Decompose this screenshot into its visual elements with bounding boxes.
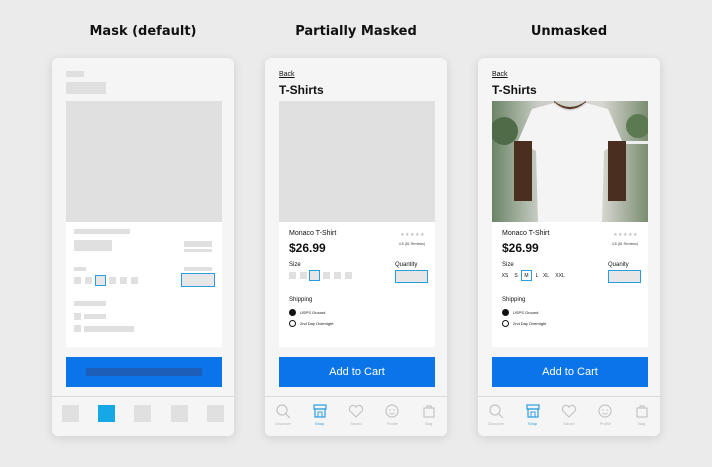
shipping-option-ground: USPS Ground <box>300 310 326 315</box>
masked-tab-5[interactable] <box>207 405 225 422</box>
masked-tab-2[interactable] <box>98 405 116 422</box>
size-xxl[interactable]: XXL <box>554 272 566 280</box>
bag-icon <box>636 405 648 418</box>
shipping-label: Shipping <box>289 297 313 303</box>
shipping-radio-overnight[interactable] <box>289 320 296 327</box>
size-m-selected[interactable]: M <box>521 270 532 281</box>
quantity-label: Quanity <box>608 262 629 268</box>
size-xl[interactable]: XL <box>542 272 550 280</box>
tab-profile[interactable]: Profile <box>590 403 620 426</box>
tab-shop[interactable]: Shop <box>518 403 548 426</box>
shipping-radio-overnight[interactable] <box>502 320 509 327</box>
tab-bar: Discover Shop Saved Profile Bag <box>265 396 447 436</box>
page-title: T-Shirts <box>279 83 324 97</box>
quantity-field[interactable] <box>395 270 428 283</box>
shipping-label: Shipping <box>502 297 526 303</box>
masked-size-selected[interactable] <box>95 275 106 286</box>
shipping-radio-ground[interactable] <box>502 309 509 316</box>
shipping-option-overnight: 2nd Day Overnight <box>513 321 547 326</box>
size-selected[interactable] <box>309 270 320 281</box>
unmasked-phone: Back T-Shirts Monaco T-Shirt $26.99 ★★★★… <box>478 58 660 436</box>
shipping-option-overnight: 2nd Day Overnight <box>300 321 334 326</box>
masked-tab-4[interactable] <box>170 405 188 422</box>
quantity-label: Quantity <box>395 262 418 268</box>
search-icon <box>276 404 291 419</box>
product-price: $26.99 <box>502 241 539 255</box>
masked-tabbar <box>52 396 234 436</box>
quantity-field[interactable] <box>608 270 641 283</box>
review-count: 4.8 (81 Reviews) <box>398 242 425 246</box>
mask-column-title: Mask (default) <box>89 24 197 39</box>
tab-bag[interactable]: Bag <box>414 403 444 426</box>
partial-phone: Back T-Shirts Monaco T-Shirt $26.99 ★★★★… <box>265 58 447 436</box>
shipping-option-ground: USPS Ground <box>513 310 539 315</box>
tab-discover[interactable]: Discover <box>481 403 511 426</box>
size-xs[interactable]: XS <box>501 272 509 280</box>
rating-stars: ★★★★★ <box>400 232 425 238</box>
store-icon <box>312 404 327 418</box>
back-link[interactable]: Back <box>492 71 508 78</box>
smiley-icon <box>598 404 612 418</box>
product-price: $26.99 <box>289 241 326 255</box>
product-name: Monaco T-Shirt <box>502 230 550 237</box>
product-name: Monaco T-Shirt <box>289 230 337 237</box>
page-title: T-Shirts <box>492 83 537 97</box>
masked-phone <box>52 58 234 436</box>
tab-shop[interactable]: Shop <box>305 403 335 426</box>
product-card: Monaco T-Shirt $26.99 ★★★★★ 4.8 (81 Revi… <box>279 222 435 347</box>
masked-tab-3[interactable] <box>134 405 152 422</box>
product-photo <box>492 101 648 222</box>
partial-column-title: Partially Masked <box>295 24 417 39</box>
size-label: Size <box>502 262 514 268</box>
shipping-radio-ground[interactable] <box>289 309 296 316</box>
review-count: 4.8 (81 Reviews) <box>611 242 638 246</box>
masked-product-image <box>279 101 435 222</box>
store-icon <box>525 404 540 418</box>
unmasked-column-title: Unmasked <box>530 24 608 39</box>
masked-tab-1[interactable] <box>61 405 79 422</box>
masked-back <box>66 71 84 77</box>
masked-title <box>66 82 106 94</box>
size-label: Size <box>289 262 301 268</box>
tab-discover[interactable]: Discover <box>268 403 298 426</box>
heart-icon <box>348 404 364 418</box>
tab-saved[interactable]: Saved <box>341 403 371 426</box>
masked-image <box>66 101 222 222</box>
masked-quantity[interactable] <box>181 273 215 287</box>
product-card: Monaco T-Shirt $26.99 ★★★★★ 4.8 (81 Revi… <box>492 222 648 347</box>
size-s[interactable]: S <box>512 272 520 280</box>
rating-stars: ★★★★★ <box>613 232 638 238</box>
add-to-cart-button[interactable]: Add to Cart <box>492 357 648 387</box>
tab-saved[interactable]: Saved <box>554 403 584 426</box>
back-link[interactable]: Back <box>279 71 295 78</box>
masked-card <box>66 222 222 347</box>
add-to-cart-button[interactable]: Add to Cart <box>279 357 435 387</box>
search-icon <box>489 404 504 419</box>
tab-profile[interactable]: Profile <box>377 403 407 426</box>
tab-bag[interactable]: Bag <box>627 403 657 426</box>
heart-icon <box>561 404 577 418</box>
bag-icon <box>423 405 435 418</box>
smiley-icon <box>385 404 399 418</box>
tab-bar: Discover Shop Saved Profile Bag <box>478 396 660 436</box>
masked-add-to-cart[interactable] <box>66 357 222 387</box>
size-l[interactable]: L <box>533 272 541 280</box>
